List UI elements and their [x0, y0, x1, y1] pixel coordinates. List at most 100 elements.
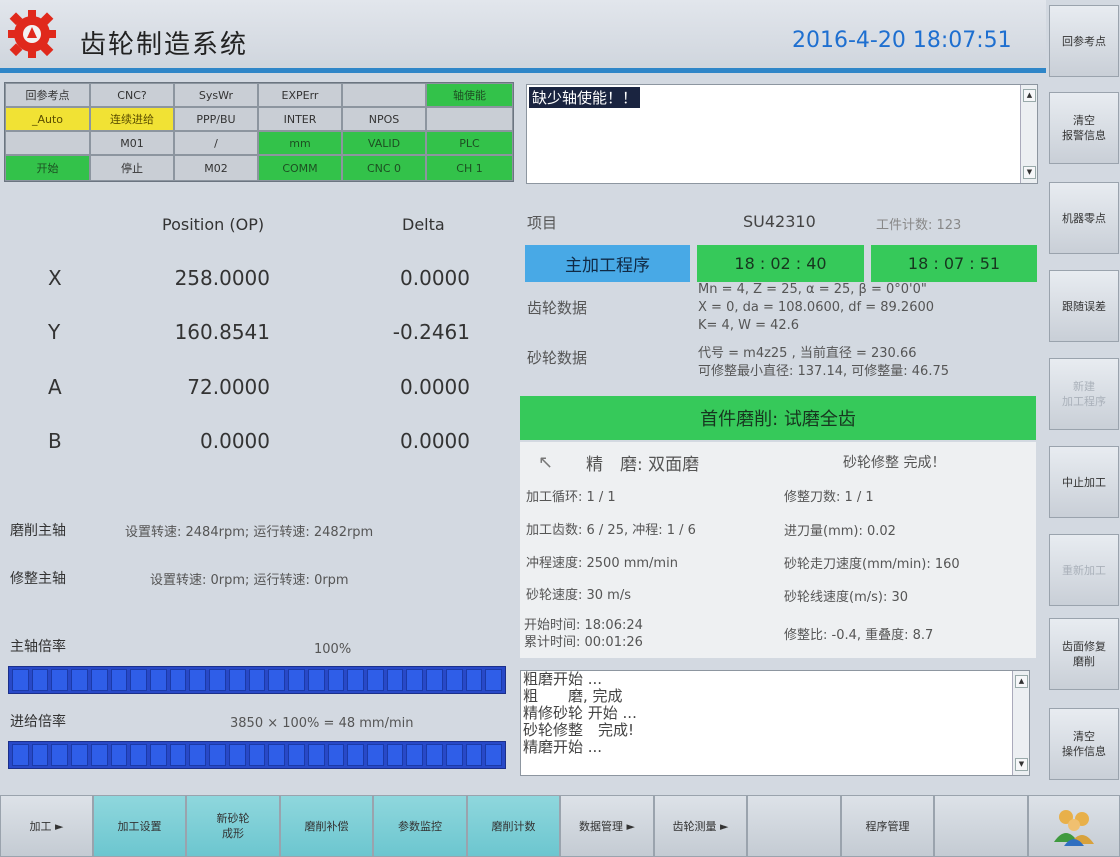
status-cnc: CNC? [90, 83, 174, 107]
status-cnc-0: CNC 0 [342, 155, 426, 181]
feed-override-bar-segment [445, 744, 463, 766]
feed-override-bar-segment [386, 744, 404, 766]
feed-override-bar-segment [71, 744, 88, 766]
spindle-override-bar-segment [288, 669, 305, 691]
empty-softkey-1[interactable] [747, 795, 841, 857]
axis-label-x: X [48, 266, 62, 290]
spindle-override-bar-segment [347, 669, 364, 691]
users-icon[interactable] [1028, 795, 1120, 857]
scroll-up-icon[interactable]: ▲ [1023, 89, 1036, 102]
clear-alarm-button[interactable]: 清空 报警信息 [1049, 92, 1119, 164]
grinding-stage-banner: 首件磨削: 试磨全齿 [520, 396, 1036, 440]
spindle-override-bar-segment [366, 669, 384, 691]
feed-override-bar-segment [327, 744, 345, 766]
feed-amount: 进刀量(mm): 0.02 [784, 524, 896, 539]
status-plc: PLC [426, 131, 513, 155]
parameter-monitor-button[interactable]: 参数监控 [373, 795, 467, 857]
grinding-compensation-button[interactable]: 磨削补偿 [280, 795, 373, 857]
scroll-up-icon[interactable]: ▲ [1015, 675, 1028, 688]
empty-softkey-2[interactable] [934, 795, 1028, 857]
feed-override-bar[interactable] [8, 741, 506, 769]
new-wheel-forming-button[interactable]: 新砂轮 成形 [186, 795, 280, 857]
operation-log[interactable]: 粗磨开始 ... 粗 磨, 完成 精修砂轮 开始 ... 砂轮修整 完成! 精磨… [520, 670, 1030, 776]
log-line-2: 粗 磨, 完成 [523, 687, 623, 705]
b-delta-value: 0.0000 [400, 429, 470, 453]
position-column-header: Position (OP) [162, 215, 265, 234]
scroll-down-icon[interactable]: ▼ [1015, 758, 1028, 771]
log-line-3: 精修砂轮 开始 ... [523, 704, 637, 722]
grind-spindle-label: 磨削主轴 [10, 523, 66, 539]
dress-spindle-label: 修整主轴 [10, 571, 66, 587]
following-error-button[interactable]: 跟随误差 [1049, 270, 1119, 342]
wheel-data-label: 砂轮数据 [527, 349, 588, 367]
clear-operation-info-button[interactable]: 清空 操作信息 [1049, 708, 1119, 780]
spindle-override-bar-segment [327, 669, 345, 691]
status-m02: M02 [174, 155, 258, 181]
status-m01: M01 [90, 131, 174, 155]
scroll-down-icon[interactable]: ▼ [1023, 166, 1036, 179]
stop-machining-button[interactable]: 中止加工 [1049, 446, 1119, 518]
data-management-button[interactable]: 数据管理 ► [560, 795, 654, 857]
feed-override-bar-segment [169, 744, 187, 766]
machine-zero-button[interactable]: 机器零点 [1049, 182, 1119, 254]
delta-column-header: Delta [402, 215, 445, 234]
axis-label-a: A [48, 375, 62, 399]
gear-data-label: 齿轮数据 [527, 299, 588, 317]
alarm-message-box[interactable]: 缺少轴使能！！ ▲ ▼ [526, 84, 1038, 184]
status-ppp-bu: PPP/BU [174, 107, 258, 131]
status-mm: mm [258, 131, 342, 155]
machining-settings-button[interactable]: 加工设置 [93, 795, 186, 857]
project-name: SU42310 [743, 212, 816, 231]
wheel-data-line-2: 可修整最小直径: 137.14, 可修整量: 46.75 [698, 364, 949, 379]
status-empty-2 [426, 107, 513, 131]
b-position-value: 0.0000 [200, 429, 270, 453]
feed-override-bar-segment [307, 744, 325, 766]
machining-menu-button[interactable]: 加工 ► [0, 795, 93, 857]
feed-override-bar-segment [51, 744, 69, 766]
wheel-linear-speed: 砂轮线速度(m/s): 30 [784, 590, 909, 605]
log-scrollbar[interactable]: ▲ ▼ [1012, 671, 1029, 775]
a-position-value: 72.0000 [187, 375, 270, 399]
main-program-button[interactable]: 主加工程序 [525, 245, 690, 282]
status-syswr: SysWr [174, 83, 258, 107]
spindle-override-value: 100% [314, 642, 352, 657]
grind-spindle-value: 设置转速: 2484rpm; 运行转速: 2482rpm [125, 525, 374, 540]
spindle-override-bar-segment [228, 669, 246, 691]
spindle-override-bar[interactable] [8, 666, 506, 694]
start-time-display: 18 : 02 : 40 [697, 245, 864, 282]
stop-button[interactable]: 停止 [90, 155, 174, 181]
restart-machining-button[interactable]: 重新加工 [1049, 534, 1119, 606]
wheel-speed: 砂轮速度: 30 m/s [526, 588, 632, 603]
teeth-count: 加工齿数: 6 / 25, 冲程: 1 / 6 [526, 523, 696, 538]
status-auto: _Auto [5, 107, 90, 131]
status-slash: / [174, 131, 258, 155]
feed-override-bar-segment [90, 744, 108, 766]
spindle-override-label: 主轴倍率 [10, 639, 66, 655]
status-comm: COMM [258, 155, 342, 181]
alarm-scrollbar[interactable]: ▲ ▼ [1020, 85, 1037, 183]
dress-status: 砂轮修整 完成！ [843, 455, 946, 471]
workpiece-count: 工件计数: 123 [876, 218, 962, 233]
feed-override-label: 进给倍率 [10, 714, 66, 730]
status-empty-3 [5, 131, 90, 155]
spindle-override-bar-segment [426, 669, 443, 691]
x-position-value: 258.0000 [174, 266, 270, 290]
grinding-count-button[interactable]: 磨削计数 [467, 795, 560, 857]
status-home-reference: 回参考点 [5, 83, 90, 107]
gear-data-line-3: K= 4, W = 42.6 [698, 318, 800, 333]
spindle-override-bar-segment [12, 669, 29, 691]
new-program-button[interactable]: 新建 加工程序 [1049, 358, 1119, 430]
grinding-info-panel: ↖ 精 磨: 双面磨 砂轮修整 完成！ 加工循环: 1 / 1 加工齿数: 6 … [520, 442, 1036, 658]
feed-override-bar-segment [426, 744, 443, 766]
spindle-override-bar-segment [465, 669, 483, 691]
home-reference-button[interactable]: 回参考点 [1049, 5, 1119, 77]
gear-measurement-button[interactable]: 齿轮测量 ► [654, 795, 747, 857]
start-button[interactable]: 开始 [5, 155, 90, 181]
spindle-override-bar-segment [268, 669, 286, 691]
status-grid: 回参考点 CNC? SysWr EXPErr 轴使能 _Auto 连续进给 PP… [4, 82, 514, 182]
program-management-button[interactable]: 程序管理 [841, 795, 934, 857]
flank-repair-grinding-button[interactable]: 齿面修复 磨削 [1049, 618, 1119, 690]
spindle-override-bar-segment [189, 669, 207, 691]
y-position-value: 160.8541 [174, 320, 270, 344]
axis-label-y: Y [48, 320, 61, 344]
